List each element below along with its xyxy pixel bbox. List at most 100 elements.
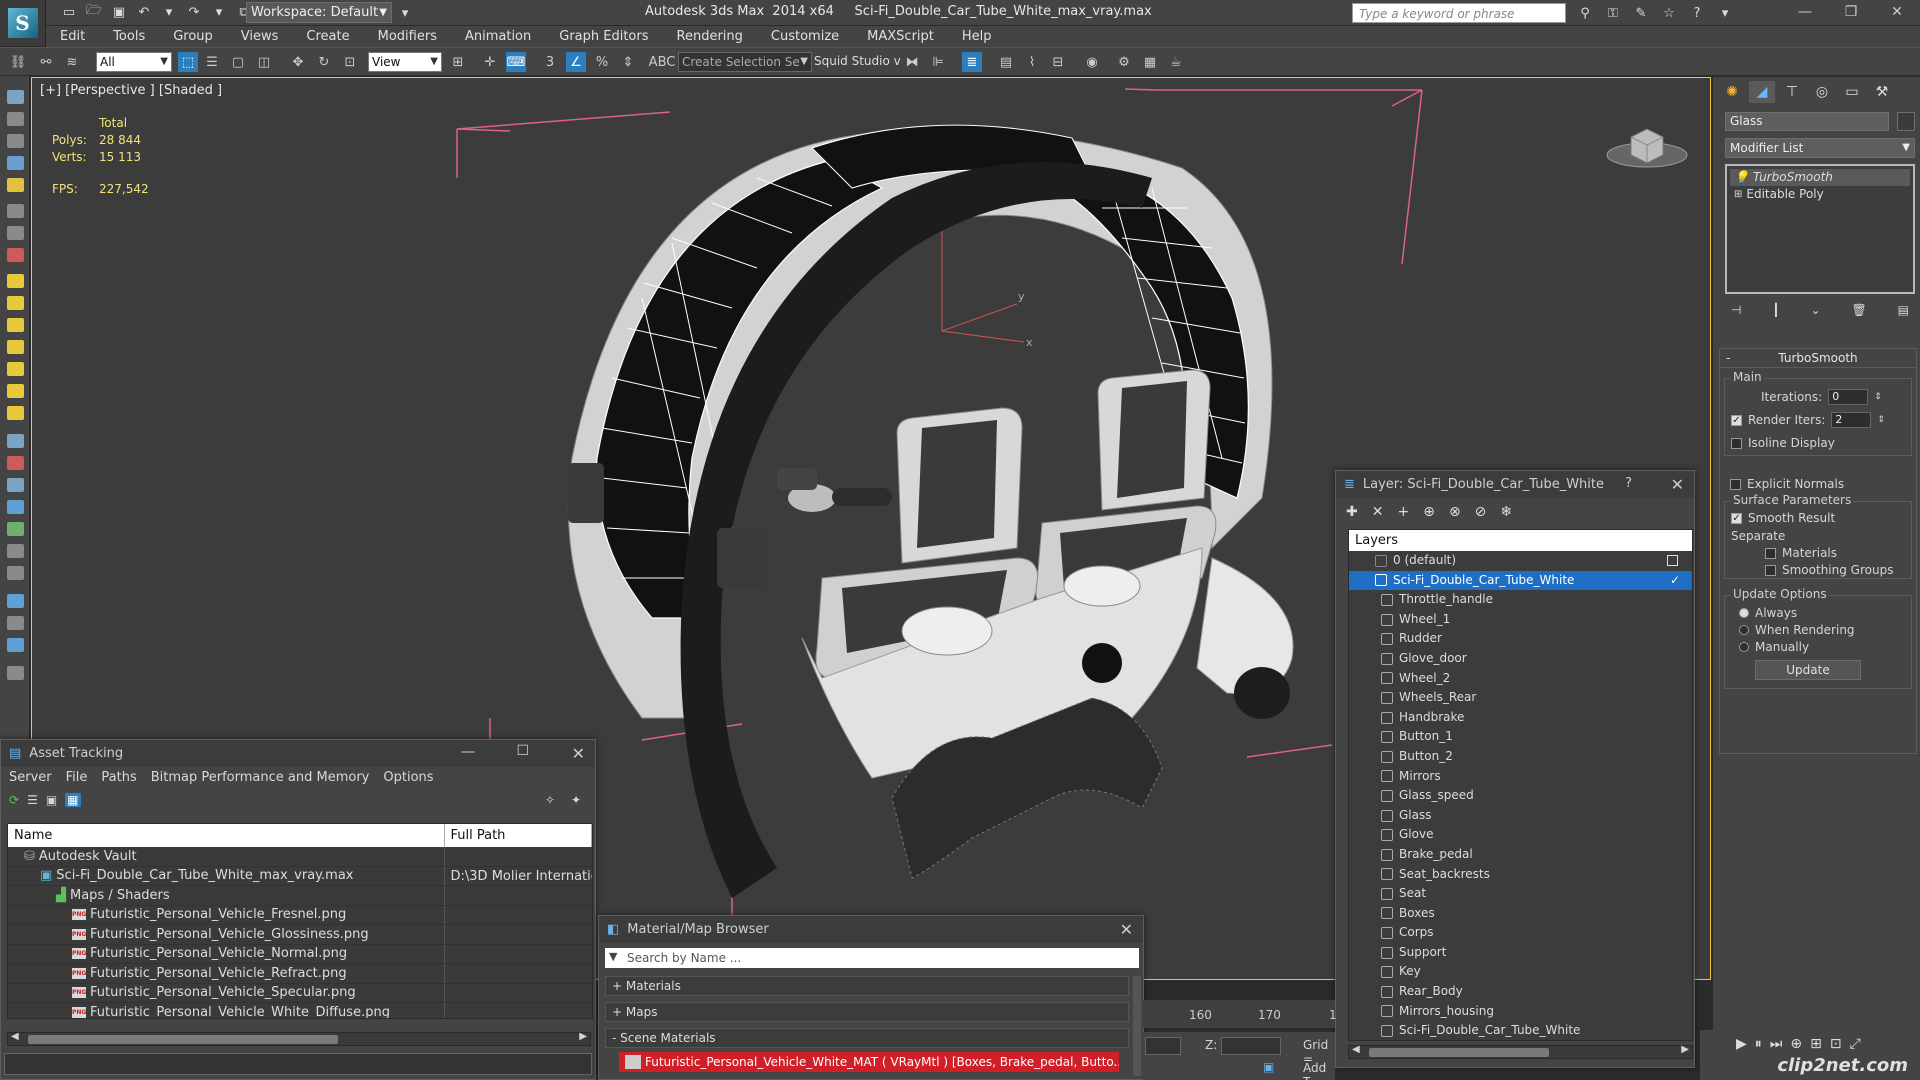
create-layer-icon[interactable]: ✚: [1346, 504, 1358, 520]
tool-icon[interactable]: [7, 274, 24, 288]
select-and-scale-icon[interactable]: ⊡: [340, 52, 360, 72]
update-button[interactable]: Update: [1755, 660, 1861, 680]
layer-object-row[interactable]: Glass_speed: [1349, 786, 1692, 806]
scroll-right-icon[interactable]: ▶: [579, 1031, 587, 1042]
tool-icon[interactable]: [7, 340, 24, 354]
reference-coordinate-dropdown[interactable]: View ▼: [368, 52, 442, 72]
modifier-list-dropdown[interactable]: Modifier List ▼: [1725, 138, 1915, 158]
material-editor-icon[interactable]: ◉: [1082, 52, 1102, 72]
create-tab-icon[interactable]: ✺: [1719, 81, 1745, 103]
layer-object-row[interactable]: Wheel_2: [1349, 669, 1692, 689]
remove-modifier-icon[interactable]: 🗑: [1851, 303, 1866, 323]
help-icon[interactable]: ?: [1625, 476, 1632, 491]
dialog-title-bar[interactable]: ≣ Layer: Sci-Fi_Double_Car_Tube_White ? …: [1336, 471, 1694, 498]
layer-object-row[interactable]: Glove_door: [1349, 649, 1692, 669]
freeze-all-icon[interactable]: ❄: [1500, 504, 1512, 520]
explicit-normals-checkbox[interactable]: [1730, 478, 1741, 490]
scroll-left-icon[interactable]: ◀: [11, 1031, 19, 1042]
table-row[interactable]: ▟ Maps / Shaders: [8, 886, 592, 906]
render-iters-spinner[interactable]: 2: [1831, 412, 1872, 428]
stack-item-editable-poly[interactable]: ⊞ Editable Poly: [1730, 186, 1910, 203]
close-icon[interactable]: ✕: [1874, 0, 1920, 24]
selection-filter-dropdown[interactable]: All ▼: [96, 52, 172, 72]
help-icon[interactable]: ?: [1686, 3, 1708, 23]
key-icon[interactable]: ⚿: [1602, 3, 1624, 23]
close-icon[interactable]: ✕: [572, 744, 585, 763]
app-menu-button[interactable]: S: [0, 0, 46, 46]
scrollbar-thumb[interactable]: [28, 1035, 338, 1044]
tool-icon[interactable]: [7, 594, 24, 608]
menu-create[interactable]: Create: [292, 29, 363, 44]
menu-views[interactable]: Views: [227, 29, 293, 44]
vertical-scrollbar[interactable]: [1133, 976, 1141, 1076]
layer-object-row[interactable]: Glass: [1349, 806, 1692, 826]
tool-icon[interactable]: [7, 478, 24, 492]
expand-plus-icon[interactable]: ⊞: [1734, 186, 1742, 203]
add-time-tag-label[interactable]: Add T: [1303, 1061, 1335, 1080]
layer-row-default[interactable]: 0 (default): [1349, 551, 1692, 571]
menu-options[interactable]: Options: [383, 770, 433, 785]
redo-dropdown-icon[interactable]: ▾: [208, 2, 230, 22]
minimize-icon[interactable]: —: [1782, 0, 1828, 24]
open-file-icon[interactable]: 🗁: [83, 2, 105, 22]
menu-rendering[interactable]: Rendering: [663, 29, 757, 44]
table-row[interactable]: PNG Futuristic_Personal_Vehicle_White_Dif…: [8, 1003, 592, 1018]
rollout-header[interactable]: - TurboSmooth: [1720, 349, 1916, 368]
tool-icon[interactable]: [7, 362, 24, 376]
window-crossing-icon[interactable]: ◫: [254, 52, 274, 72]
rendered-frame-window-icon[interactable]: ▦: [1140, 52, 1160, 72]
table-row[interactable]: ▣ Sci-Fi_Double_Car_Tube_White_max_vray.m…: [8, 866, 592, 886]
tool-icon[interactable]: [7, 384, 24, 398]
hierarchy-tab-icon[interactable]: ⊤: [1779, 81, 1805, 103]
previous-frame-icon[interactable]: ⏸: [1755, 1036, 1762, 1080]
maximize-icon[interactable]: ☐: [516, 743, 529, 759]
layer-object-row[interactable]: Wheel_1: [1349, 610, 1692, 630]
angle-snap-icon[interactable]: ∠: [566, 52, 586, 72]
favorites-star-icon[interactable]: ☆: [1658, 3, 1680, 23]
utilities-tab-icon[interactable]: ⚒: [1869, 81, 1895, 103]
current-layer-box-icon[interactable]: [1667, 555, 1678, 567]
table-row[interactable]: PNG Futuristic_Personal_Vehicle_Specular.…: [8, 983, 592, 1003]
section-scene-materials[interactable]: - Scene Materials: [605, 1028, 1129, 1048]
scene-material-item[interactable]: Futuristic_Personal_Vehicle_White_MAT ( …: [619, 1052, 1119, 1072]
select-in-layer-icon[interactable]: ⊕: [1423, 504, 1435, 520]
stack-item-turbosmooth[interactable]: 💡 TurboSmooth: [1730, 169, 1910, 186]
layers-column-header[interactable]: Layers: [1349, 530, 1692, 551]
iterations-spinner[interactable]: 0: [1828, 389, 1869, 405]
named-selection-dropdown[interactable]: Create Selection Se ▼: [678, 52, 812, 72]
new-file-icon[interactable]: ▭: [58, 2, 80, 22]
layer-object-row[interactable]: Rear_Body: [1349, 982, 1692, 1002]
horizontal-scrollbar[interactable]: ◀ ▶: [1348, 1044, 1693, 1059]
scroll-left-icon[interactable]: ◀: [1352, 1044, 1360, 1055]
isoline-display-checkbox[interactable]: [1731, 437, 1742, 449]
smooth-result-checkbox[interactable]: ✓: [1731, 512, 1742, 524]
edit-named-selection-icon[interactable]: ABC: [649, 52, 676, 72]
highlight-layer-icon[interactable]: ⊗: [1449, 504, 1461, 520]
section-maps[interactable]: + Maps: [605, 1002, 1129, 1022]
tool-icon[interactable]: [7, 434, 24, 448]
layer-object-row[interactable]: Seat: [1349, 884, 1692, 904]
delete-layer-icon[interactable]: ✕: [1372, 504, 1384, 520]
vault-settings-icon[interactable]: ✦: [571, 793, 581, 807]
menu-modifiers[interactable]: Modifiers: [364, 29, 451, 44]
snaps-toggle-icon[interactable]: 3: [540, 52, 560, 72]
menu-group[interactable]: Group: [159, 29, 227, 44]
rectangular-selection-icon[interactable]: ▢: [228, 52, 248, 72]
workspace-dropdown[interactable]: Workspace: Default ▼: [246, 2, 392, 23]
select-object-icon[interactable]: ⬚: [178, 52, 198, 72]
tool-icon[interactable]: [7, 178, 24, 192]
z-coordinate-field[interactable]: [1221, 1037, 1281, 1055]
section-materials[interactable]: + Materials: [605, 976, 1129, 996]
layer-object-row[interactable]: Key: [1349, 962, 1692, 982]
curve-editor-icon[interactable]: ⌇: [1022, 52, 1042, 72]
key-filter-icon[interactable]: ▣: [1263, 1060, 1274, 1074]
menu-maxscript[interactable]: MAXScript: [853, 29, 948, 44]
make-unique-icon[interactable]: ⌄: [1811, 303, 1821, 323]
tool-icon[interactable]: [7, 544, 24, 558]
material-search-input[interactable]: Search by Name ...: [605, 948, 1139, 968]
dialog-title-bar[interactable]: ◧ Material/Map Browser ✕: [599, 916, 1143, 943]
align-icon[interactable]: ⊫: [928, 52, 948, 72]
layer-object-row[interactable]: Glove: [1349, 825, 1692, 845]
column-full-path[interactable]: Full Path: [445, 824, 592, 847]
mirror-icon[interactable]: ⧓: [902, 52, 922, 72]
